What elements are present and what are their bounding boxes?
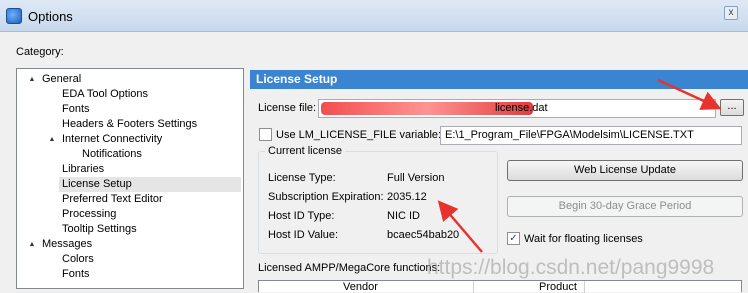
tree-item[interactable]: Fonts <box>17 267 241 282</box>
tree-item[interactable]: Preferred Text Editor <box>17 192 241 207</box>
title-bar: Options x <box>0 0 748 32</box>
window-title: Options <box>28 9 73 24</box>
tree-item[interactable]: Tooltip Settings <box>17 222 241 237</box>
watermark: https://blog.csdn.net/pang9998 <box>427 256 715 279</box>
current-license-group: Current license License Type: Full Versio… <box>258 145 498 254</box>
license-field-label: Subscription Expiration: <box>268 191 384 203</box>
app-icon <box>6 8 22 24</box>
tree-item-label: Headers & Footers Settings <box>62 118 198 130</box>
category-tree[interactable]: ▲ General EDA Tool Options Fonts Headers & F… <box>16 68 244 289</box>
license-field-label: License Type: <box>268 172 336 184</box>
tree-item-label: EDA Tool Options <box>62 88 149 100</box>
license-field-value: Full Version <box>387 172 445 184</box>
tree-item[interactable]: Colors <box>17 252 241 267</box>
current-license-title: Current license <box>265 145 345 157</box>
tree-item-label: Notifications <box>82 148 142 160</box>
ampp-col-product[interactable]: Product <box>539 281 577 293</box>
category-label: Category: <box>16 46 64 58</box>
browse-button[interactable]: ... <box>720 99 744 116</box>
close-icon[interactable]: x <box>724 6 738 20</box>
ampp-col-vendor[interactable]: Vendor <box>343 281 378 293</box>
use-lm-label: Use LM_LICENSE_FILE variable: <box>276 129 442 141</box>
tree-item-label: Processing <box>62 208 117 220</box>
grace-period-button[interactable]: Begin 30-day Grace Period <box>507 196 743 217</box>
license-file-field[interactable]: license.dat <box>318 99 716 118</box>
web-license-update-button[interactable]: Web License Update <box>507 160 743 181</box>
license-field-value: bcaec54bab20 <box>387 229 460 241</box>
tree-item-label: Fonts <box>62 268 90 280</box>
tree-item-label: Internet Connectivity <box>62 133 163 145</box>
expand-triangle-icon[interactable]: ▲ <box>47 132 57 147</box>
tree-item[interactable]: ▲ Messages <box>17 237 241 252</box>
tree-item-label: Fonts <box>62 103 90 115</box>
expand-triangle-icon[interactable]: ▲ <box>27 237 37 252</box>
tree-item[interactable]: Notifications <box>17 147 241 162</box>
panel-header: License Setup <box>250 70 748 89</box>
wait-floating-label: Wait for floating licenses <box>524 233 643 245</box>
ampp-table[interactable]: Vendor Product <box>258 280 742 293</box>
tree-item[interactable]: Processing <box>17 207 241 222</box>
tree-item-label: Messages <box>42 238 93 250</box>
expand-triangle-icon[interactable]: ▲ <box>27 72 37 87</box>
wait-floating-checkbox[interactable]: ✓ <box>507 232 520 245</box>
tree-item-label: Tooltip Settings <box>62 223 137 235</box>
tree-item[interactable]: License Setup <box>59 177 241 192</box>
license-field-value: 2035.12 <box>387 191 427 203</box>
license-file-value: license.dat <box>495 102 548 114</box>
tree-item[interactable]: ▲ General <box>17 72 241 87</box>
tree-item[interactable]: Fonts <box>17 102 241 117</box>
tree-item[interactable]: EDA Tool Options <box>17 87 241 102</box>
tree-item-label: Colors <box>62 253 94 265</box>
tree-item[interactable]: Libraries <box>17 162 241 177</box>
tree-item-label: License Setup <box>62 178 132 190</box>
ampp-label: Licensed AMPP/MegaCore functions: <box>258 262 441 274</box>
license-field-label: Host ID Value: <box>268 229 339 241</box>
check-icon: ✓ <box>509 233 518 244</box>
tree-item-label: General <box>42 73 82 85</box>
lm-variable-field[interactable]: E:\1_Program_File\FPGA\Modelsim\LICENSE.… <box>440 126 742 145</box>
tree-item[interactable]: Headers & Footers Settings <box>17 117 241 132</box>
license-field-label: Host ID Type: <box>268 210 335 222</box>
tree-item[interactable]: ▲ Internet Connectivity <box>17 132 241 147</box>
tree-item-label: Preferred Text Editor <box>62 193 163 205</box>
use-lm-checkbox[interactable] <box>259 128 272 141</box>
license-field-value: NIC ID <box>387 210 420 222</box>
tree-item-label: Libraries <box>62 163 105 175</box>
license-file-label: License file: <box>258 102 317 114</box>
